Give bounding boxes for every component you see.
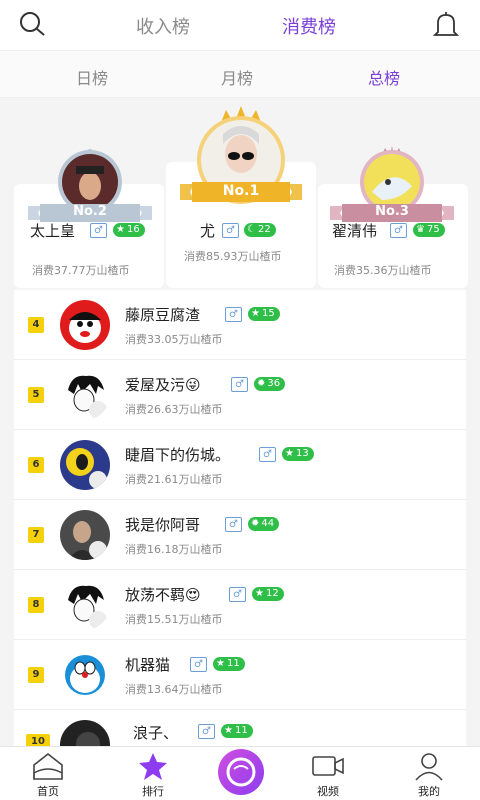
tab-daily[interactable]: 日榜 xyxy=(76,65,108,89)
tab-consume-rank[interactable]: 消费榜 xyxy=(282,13,336,39)
user-name: 爱屋及污😜 xyxy=(125,376,201,394)
user-name: 机器猫 xyxy=(125,656,171,674)
rank-number: 6 xyxy=(28,457,44,473)
avatar-third[interactable]: No.3 xyxy=(330,146,454,226)
spend-amount: 消费15.51万山楂币 xyxy=(125,613,223,626)
bell-icon[interactable] xyxy=(430,10,462,40)
rank-number: 10 xyxy=(26,734,50,746)
level-badge: ★ 12 xyxy=(252,587,284,601)
nav-label: 视频 xyxy=(317,785,339,798)
male-icon: ♂ xyxy=(198,724,215,739)
avatar-first[interactable]: No.1 xyxy=(180,104,302,208)
level-value: 44 xyxy=(261,518,275,529)
rank-number: 5 xyxy=(28,387,44,403)
list-item[interactable]: 8 放荡不羁😍 ♂ ★ 12 消费15.51万山楂币 xyxy=(14,570,466,640)
spend-amount: 消费33.05万山楂币 xyxy=(125,333,223,346)
tab-monthly[interactable]: 月榜 xyxy=(221,65,253,89)
search-icon[interactable] xyxy=(16,10,48,40)
bottom-navigation: 首页 排行 视频 我的 xyxy=(0,746,480,800)
rank-number: 8 xyxy=(28,597,44,613)
level-badge: ✹ 44 xyxy=(248,517,280,531)
level-value: 36 xyxy=(267,378,281,389)
avatar xyxy=(60,300,110,350)
level-value: 11 xyxy=(226,658,240,669)
nav-label: 排行 xyxy=(142,785,164,798)
spend-amount: 消费85.93万山楂币 xyxy=(184,250,282,263)
level-value: 12 xyxy=(265,588,279,599)
user-name: 睫眉下的伤城。 xyxy=(125,446,231,464)
tab-income-rank[interactable]: 收入榜 xyxy=(136,13,190,39)
list-item[interactable]: 4 藤原豆腐渣 ♂ ★ 15 消费33.05万山楂币 xyxy=(14,290,466,360)
male-icon: ♂ xyxy=(231,377,248,392)
avatar xyxy=(60,580,110,630)
nav-ranking[interactable]: 排行 xyxy=(105,747,201,800)
spend-amount: 消费21.61万山楂币 xyxy=(125,473,223,486)
level-badge: ★ 13 xyxy=(282,447,314,461)
user-name: 我是你阿哥 xyxy=(125,516,201,534)
nav-video[interactable]: 视频 xyxy=(280,747,376,800)
video-icon xyxy=(312,756,344,776)
level-badge: ★ 11 xyxy=(221,724,253,738)
star-icon xyxy=(139,753,167,780)
level-value: 15 xyxy=(261,308,275,319)
list-item[interactable]: 9 机器猫 ♂ ★ 11 消费13.64万山楂币 xyxy=(14,640,466,710)
rank-badge: No.3 xyxy=(375,204,409,219)
spend-amount: 消费35.36万山楂币 xyxy=(334,264,432,277)
ranking-list: 4 藤原豆腐渣 ♂ ★ 15 消费33.05万山楂币 5 爱屋及污😜 ♂ ✹ 36 … xyxy=(14,290,466,746)
male-icon: ♂ xyxy=(259,447,276,462)
user-name: 藤原豆腐渣 xyxy=(125,306,201,324)
level-value: 13 xyxy=(295,448,309,459)
male-icon: ♂ xyxy=(225,517,242,532)
live-camera-button[interactable] xyxy=(218,749,264,795)
period-tabs: 日榜 月榜 总榜 xyxy=(0,50,480,98)
nav-label: 我的 xyxy=(418,785,440,798)
avatar xyxy=(60,370,110,420)
spend-amount: 消费37.77万山楂币 xyxy=(32,264,130,277)
rank-number: 7 xyxy=(28,527,44,543)
tab-all-time[interactable]: 总榜 xyxy=(368,65,400,89)
male-icon: ♂ xyxy=(225,307,242,322)
rank-number: 4 xyxy=(28,317,44,333)
live-camera-icon xyxy=(226,757,256,787)
level-value: 11 xyxy=(234,725,248,736)
top-header: 收入榜 消费榜 xyxy=(0,0,480,50)
rank-badge: No.1 xyxy=(222,183,260,199)
level-value: 22 xyxy=(257,224,271,235)
nav-label: 首页 xyxy=(37,785,59,798)
top-three-podium: 太上皇 ♂ ★ 16 消费37.77万山楂币 No.2 尤 ♂ ☾ 22 消费85. xyxy=(0,98,480,288)
user-name: 放荡不羁😍 xyxy=(125,586,201,604)
avatar xyxy=(60,720,110,746)
level-badge: ★ 11 xyxy=(213,657,245,671)
level-badge: ✹ 36 xyxy=(254,377,286,391)
rank-number: 9 xyxy=(28,667,44,683)
profile-icon xyxy=(415,753,443,781)
nav-profile[interactable]: 我的 xyxy=(381,747,477,800)
app-screen: 收入榜 消费榜 日榜 月榜 总榜 太上皇 ♂ ★16 消费37.77万山楂币 xyxy=(0,0,480,800)
list-item[interactable]: 6 睫眉下的伤城。 ♂ ★ 13 消费21.61万山楂币 xyxy=(14,430,466,500)
spend-amount: 消费26.63万山楂币 xyxy=(125,403,223,416)
avatar xyxy=(60,650,110,700)
list-item[interactable]: 7 我是你阿哥 ♂ ✹ 44 消费16.18万山楂币 xyxy=(14,500,466,570)
home-icon xyxy=(33,752,63,780)
male-icon: ♂ xyxy=(222,223,239,238)
avatar-second[interactable]: No.2 xyxy=(28,146,152,226)
male-icon: ♂ xyxy=(229,587,246,602)
male-icon: ♂ xyxy=(190,657,207,672)
avatar xyxy=(60,510,110,560)
level-badge: ★ 15 xyxy=(248,307,280,321)
spend-amount: 消费13.64万山楂币 xyxy=(125,683,223,696)
rank-badge: No.2 xyxy=(73,204,107,219)
user-name: 浪子、 xyxy=(133,724,179,742)
spend-amount: 消费16.18万山楂币 xyxy=(125,543,223,556)
list-item[interactable]: 10 浪子、 ♂ ★ 11 xyxy=(14,710,466,746)
nav-home[interactable]: 首页 xyxy=(0,747,96,800)
level-badge: ☾ 22 xyxy=(244,223,276,237)
avatar xyxy=(60,440,110,490)
podium-name: 尤 xyxy=(200,222,216,240)
list-item[interactable]: 5 爱屋及污😜 ♂ ✹ 36 消费26.63万山楂币 xyxy=(14,360,466,430)
